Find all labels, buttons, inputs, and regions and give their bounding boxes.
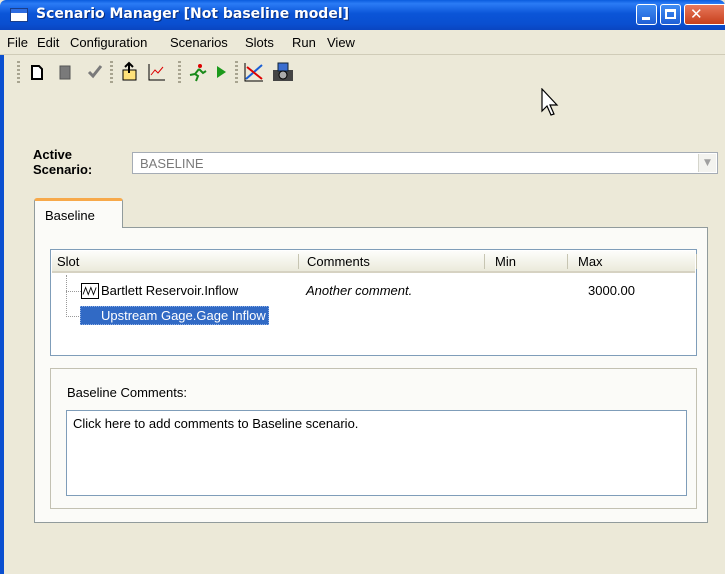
snapshot-icon[interactable] — [270, 61, 296, 83]
window-title: Scenario Manager [Not baseline model] — [36, 6, 350, 22]
slot-comment: Another comment. — [306, 283, 413, 298]
slot-name: Upstream Gage.Gage Inflow — [80, 306, 269, 325]
window-frame-left — [0, 30, 4, 574]
toolbar-grip[interactable] — [17, 61, 20, 83]
menu-edit[interactable]: Edit — [37, 35, 59, 50]
menu-run[interactable]: Run — [292, 35, 316, 50]
column-divider[interactable] — [484, 254, 485, 269]
table-row[interactable]: Bartlett Reservoir.Inflow Another commen… — [51, 282, 696, 302]
menu-file[interactable]: File — [7, 35, 28, 50]
baseline-comments-label: Baseline Comments: — [67, 385, 187, 400]
active-scenario-select[interactable]: BASELINE ▼ — [132, 152, 718, 174]
menu-bar: File Edit Configuration Scenarios Slots … — [0, 30, 725, 55]
active-scenario-label: Active Scenario: — [33, 147, 93, 177]
slot-max: 3000.00 — [588, 283, 635, 298]
slot-table-header: Slot Comments Min Max — [52, 251, 697, 273]
column-header-max[interactable]: Max — [578, 254, 603, 269]
toolbar — [0, 55, 725, 89]
menu-slots[interactable]: Slots — [245, 35, 274, 50]
baseline-comments-group: Baseline Comments: Click here to add com… — [50, 368, 697, 509]
table-row-selected[interactable]: Upstream Gage.Gage Inflow — [51, 306, 696, 326]
toolbar-grip[interactable] — [235, 61, 238, 83]
tree-connector — [66, 291, 81, 292]
toolbar-grip[interactable] — [110, 61, 113, 83]
menu-configuration[interactable]: Configuration — [70, 35, 147, 50]
column-divider[interactable] — [567, 254, 568, 269]
chevron-down-icon[interactable]: ▼ — [698, 154, 716, 172]
column-header-min[interactable]: Min — [495, 254, 516, 269]
tab-baseline-label: Baseline — [45, 208, 95, 223]
chart-icon[interactable] — [146, 61, 168, 83]
menu-scenarios[interactable]: Scenarios — [170, 35, 228, 50]
check-icon[interactable] — [84, 61, 106, 83]
maximize-button[interactable] — [660, 4, 681, 25]
slot-name: Bartlett Reservoir.Inflow — [101, 283, 239, 298]
slot-table[interactable]: Slot Comments Min Max Bartlett Reservoir… — [50, 249, 697, 356]
column-divider[interactable] — [298, 254, 299, 269]
menu-view[interactable]: View — [327, 35, 355, 50]
active-scenario-value: BASELINE — [140, 156, 204, 171]
toolbar-grip[interactable] — [178, 61, 181, 83]
tree-connector — [66, 316, 81, 317]
new-icon[interactable] — [26, 61, 48, 83]
tab-baseline[interactable]: Baseline — [34, 198, 123, 228]
compare-chart-icon[interactable] — [243, 61, 265, 83]
series-slot-icon — [81, 283, 99, 299]
mouse-cursor-icon — [541, 88, 559, 116]
column-header-slot[interactable]: Slot — [57, 254, 79, 269]
minimize-button[interactable] — [636, 4, 657, 25]
baseline-comments-textarea[interactable]: Click here to add comments to Baseline s… — [66, 410, 687, 496]
close-button[interactable] — [684, 4, 725, 25]
column-divider[interactable] — [696, 254, 697, 269]
column-header-comments[interactable]: Comments — [307, 254, 370, 269]
export-icon[interactable] — [118, 61, 140, 83]
baseline-comments-text: Click here to add comments to Baseline s… — [73, 416, 359, 431]
delete-icon[interactable] — [54, 61, 76, 83]
run-figure-icon[interactable] — [186, 61, 208, 83]
play-icon[interactable] — [210, 61, 232, 83]
title-bar[interactable]: Scenario Manager [Not baseline model] — [0, 0, 725, 30]
app-icon — [10, 8, 28, 22]
